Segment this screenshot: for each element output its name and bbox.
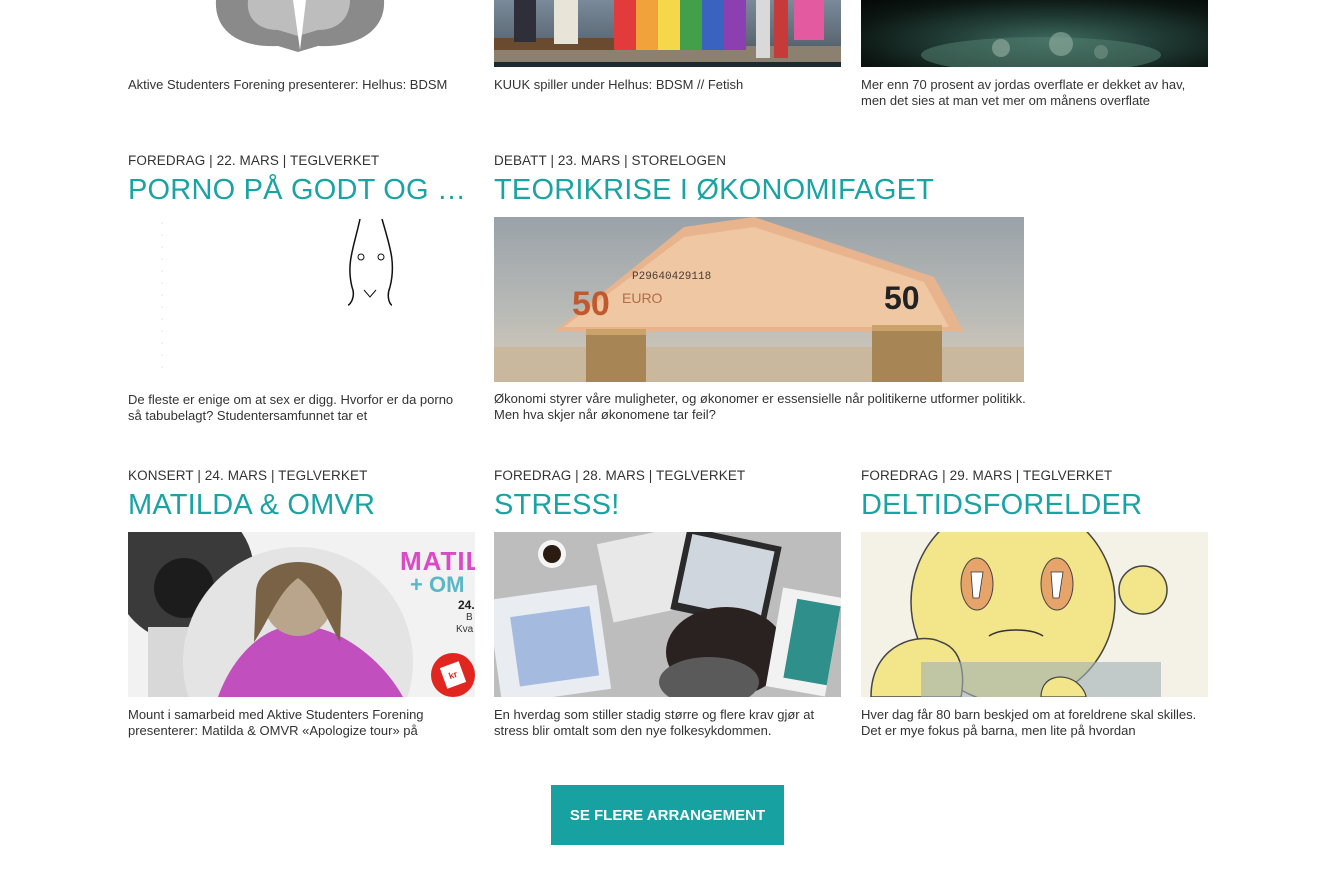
event-title[interactable]: DELTIDSFORELDER (861, 489, 1208, 521)
event-meta: FOREDRAG | 22. MARS | TEGLVERKET (128, 153, 380, 168)
sad-child-drawing (870, 532, 1168, 697)
event-meta: KONSERT | 24. MARS | TEGLVERKET (128, 468, 368, 483)
event-description: Mount i samarbeid med Aktive Studenters … (128, 707, 424, 738)
event-image-ocean[interactable] (861, 0, 1208, 67)
event-description: KUUK spiller under Helhus: BDSM // Fetis… (494, 77, 744, 92)
event-image-helhus[interactable] (128, 0, 475, 67)
heart-logo-illustration (215, 0, 385, 52)
event-title-link[interactable]: DELTIDSFORELDER (861, 489, 1142, 521)
ticket-badge-icon: kr (431, 653, 475, 697)
event-image-kuuk[interactable] (494, 0, 841, 67)
event-title[interactable]: MATILDA & OMVR (128, 489, 475, 521)
event-title[interactable]: STRESS! (494, 489, 841, 521)
poster-subtitle: + OM (410, 572, 465, 597)
pride-photo-illustration (494, 0, 841, 67)
ticket-icon: kr (439, 661, 467, 689)
event-image-deltidsforelder[interactable] (861, 532, 1208, 697)
event-description: En hverdag som stiller stadig større og … (494, 707, 815, 738)
event-title-link[interactable]: STRESS! (494, 489, 620, 521)
banknote-currency: EURO (622, 290, 663, 306)
event-description: Aktive Studenters Forening presenterer: … (128, 77, 448, 92)
event-image-porno[interactable] (128, 217, 475, 382)
banknote-value-right: 50 (884, 280, 920, 316)
event-image-stress[interactable] (494, 532, 841, 697)
event-description: Økonomi styrer våre muligheter, og økono… (494, 391, 1026, 422)
banknote-serial: P29640429118 (632, 271, 711, 283)
poster-date: 24. (458, 598, 475, 612)
event-title[interactable]: PORNO PÅ GODT OG VO... (128, 174, 475, 206)
event-meta: FOREDRAG | 28. MARS | TEGLVERKET (494, 468, 746, 483)
event-image-matilda[interactable]: MATIL + OM 24. B Kva kr (128, 532, 475, 697)
body-line-drawing (161, 218, 394, 377)
event-description: Mer enn 70 prosent av jordas overflate e… (861, 77, 1186, 108)
event-image-teorikrise[interactable]: P29640429118 50 EURO 50 (494, 217, 1024, 382)
event-description: Hver dag får 80 barn beskjed om at forel… (861, 707, 1197, 738)
event-meta: FOREDRAG | 29. MARS | TEGLVERKET (861, 468, 1113, 483)
event-card-teorikrise[interactable]: DEBATT | 23. MARS | STORELOGEN TEORIKRIS… (494, 153, 1024, 206)
event-card-matilda[interactable]: KONSERT | 24. MARS | TEGLVERKET MATILDA … (128, 468, 475, 521)
event-title[interactable]: TEORIKRISE I ØKONOMIFAGET (494, 174, 1024, 206)
event-meta: DEBATT | 23. MARS | STORELOGEN (494, 153, 727, 168)
poster-title: MATIL (400, 546, 475, 576)
event-card-porno[interactable]: FOREDRAG | 22. MARS | TEGLVERKET PORNO P… (128, 153, 475, 206)
poster-line: B (466, 612, 473, 623)
poster-line: Kva (456, 624, 474, 635)
event-title-link[interactable]: TEORIKRISE I ØKONOMIFAGET (494, 174, 934, 206)
seafloor-illustration (921, 32, 1161, 67)
desk-photo-illustration (494, 532, 841, 697)
banknote-house-illustration: P29640429118 50 EURO 50 (494, 217, 1024, 382)
event-card-stress[interactable]: FOREDRAG | 28. MARS | TEGLVERKET STRESS! (494, 468, 841, 521)
see-more-events-button[interactable]: SE FLERE ARRANGEMENT (551, 785, 784, 845)
event-description: De fleste er enige om at sex er digg. Hv… (128, 392, 454, 423)
banknote-value: 50 (572, 285, 610, 323)
event-card-deltidsforelder[interactable]: FOREDRAG | 29. MARS | TEGLVERKET DELTIDS… (861, 468, 1208, 521)
event-title-link[interactable]: MATILDA & OMVR (128, 489, 375, 521)
event-title-link[interactable]: PORNO PÅ GODT OG VO... (128, 174, 475, 206)
